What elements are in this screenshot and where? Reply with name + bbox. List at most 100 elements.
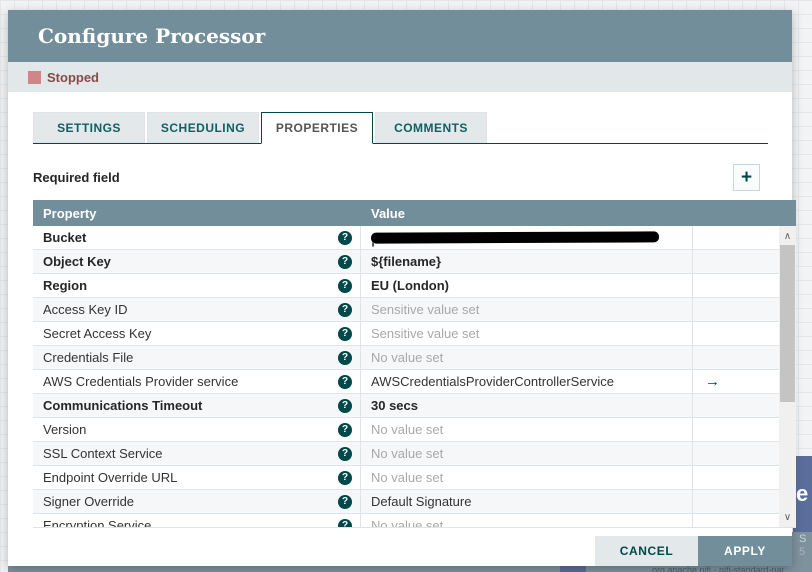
property-name-cell: Version? [33,418,361,441]
property-name-cell: Object Key? [33,250,361,273]
background-digit: 5 [799,546,806,558]
property-name-cell: Credentials File? [33,346,361,369]
property-value-cell[interactable]: Sensitive value set [361,298,693,321]
table-row: Region? EU (London) [33,274,779,298]
property-value-cell[interactable]: No value set [361,418,693,441]
service-link-cell [693,274,779,297]
scroll-up-icon[interactable]: ∧ [779,228,796,244]
tab-bar: SETTINGS SCHEDULING PROPERTIES COMMENTS [33,112,768,144]
go-to-service-icon[interactable]: → [705,373,720,390]
service-link-cell [693,250,779,273]
property-name: Region [43,278,88,293]
tab-comments[interactable]: COMMENTS [375,112,487,143]
table-row: SSL Context Service? No value set [33,442,779,466]
help-icon[interactable]: ? [338,446,352,461]
configure-processor-dialog: Configure Processor Stopped SETTINGS SCH… [8,10,796,566]
property-value-cell[interactable]: Sensitive value set [361,322,693,345]
help-icon[interactable]: ? [338,302,352,317]
property-value-cell[interactable] [361,226,693,249]
tab-properties[interactable]: PROPERTIES [261,112,373,144]
help-icon[interactable]: ? [338,518,352,527]
table-row: Access Key ID? Sensitive value set [33,298,779,322]
property-name-cell: Access Key ID? [33,298,361,321]
redacted-value-bar [370,231,660,244]
property-name: Communications Timeout [43,398,203,413]
property-value-cell[interactable]: No value set [361,346,693,369]
property-value-cell[interactable]: No value set [361,442,693,465]
help-icon[interactable]: ? [338,470,352,485]
property-name: Object Key [43,254,111,269]
service-link-cell [693,490,779,513]
table-row: Signer Override? Default Signature [33,490,779,514]
column-header-property: Property [43,205,97,221]
property-name-cell: SSL Context Service? [33,442,361,465]
scrollbar-thumb[interactable] [780,245,795,402]
cancel-button[interactable]: CANCEL [595,536,698,566]
property-value-cell[interactable]: No value set [361,466,693,489]
property-name: Credentials File [43,350,134,365]
tab-settings[interactable]: SETTINGS [33,112,145,143]
background-letter: e [796,481,809,506]
table-row: Communications Timeout? 30 secs [33,394,779,418]
property-name: SSL Context Service [43,446,163,461]
add-property-button[interactable]: + [733,164,760,191]
help-icon[interactable]: ? [338,350,352,365]
property-name: Signer Override [43,494,135,509]
dialog-button-bar: CANCEL APPLY [595,536,792,566]
property-name-cell: Region? [33,274,361,297]
dialog-title: Configure Processor [38,24,266,48]
vertical-scrollbar[interactable]: ∧ ∨ [779,226,796,527]
property-name: Endpoint Override URL [43,470,178,485]
property-name-cell: Secret Access Key? [33,322,361,345]
apply-button[interactable]: APPLY [698,536,792,566]
dialog-header: Configure Processor [8,10,792,62]
table-row: Credentials File? No value set [33,346,779,370]
scroll-down-icon[interactable]: ∨ [779,509,796,525]
property-value-cell[interactable]: Default Signature [361,490,693,513]
property-value-cell[interactable]: 30 secs [361,394,693,417]
help-icon[interactable]: ? [338,254,352,269]
property-name-cell: Endpoint Override URL? [33,466,361,489]
property-name: Version [43,422,87,437]
tab-scheduling[interactable]: SCHEDULING [147,112,259,143]
properties-table-body: Bucket? Object Key? ${filename} Region? EU (… [33,226,779,528]
property-value-cell[interactable]: ${filename} [361,250,693,273]
service-link-cell: → [693,370,779,393]
status-label: Stopped [47,69,99,85]
help-icon[interactable]: ? [338,326,352,341]
property-name-cell: Signer Override? [33,490,361,513]
property-name: Secret Access Key [43,326,152,341]
table-row: Encryption Service? No value set [33,514,779,528]
table-toolbar: Required field + [33,160,768,194]
table-row: Endpoint Override URL? No value set [33,466,779,490]
background-letter: S [799,533,807,545]
service-link-cell [693,298,779,321]
background-button-fragment [560,566,586,572]
service-link-cell [693,322,779,345]
help-icon[interactable]: ? [338,398,352,413]
property-name: Encryption Service [43,518,152,528]
table-row: Version? No value set [33,418,779,442]
column-header-value: Value [371,205,405,221]
required-field-label: Required field [33,170,120,185]
help-icon[interactable]: ? [338,422,352,437]
service-link-cell [693,466,779,489]
help-icon[interactable]: ? [338,230,352,245]
service-link-cell [693,418,779,441]
property-value-cell[interactable]: EU (London) [361,274,693,297]
table-row: Bucket? [33,226,779,250]
background-footer-text: org.apache.nifi - nifi-standard-nar [652,565,785,572]
property-value-cell[interactable]: No value set [361,514,693,527]
properties-table: Property Value Bucket? Object Key? ${filen… [33,200,796,528]
property-name-cell: Communications Timeout? [33,394,361,417]
table-header: Property Value [33,200,796,226]
service-link-cell [693,394,779,417]
help-icon[interactable]: ? [338,494,352,509]
property-value-cell[interactable]: AWSCredentialsProviderControllerService [361,370,693,393]
help-icon[interactable]: ? [338,278,352,293]
property-name: Access Key ID [43,302,128,317]
table-viewport: Bucket? Object Key? ${filename} Region? EU (… [33,226,796,528]
stopped-status-icon [28,70,41,84]
service-link-cell [693,442,779,465]
help-icon[interactable]: ? [338,374,352,389]
